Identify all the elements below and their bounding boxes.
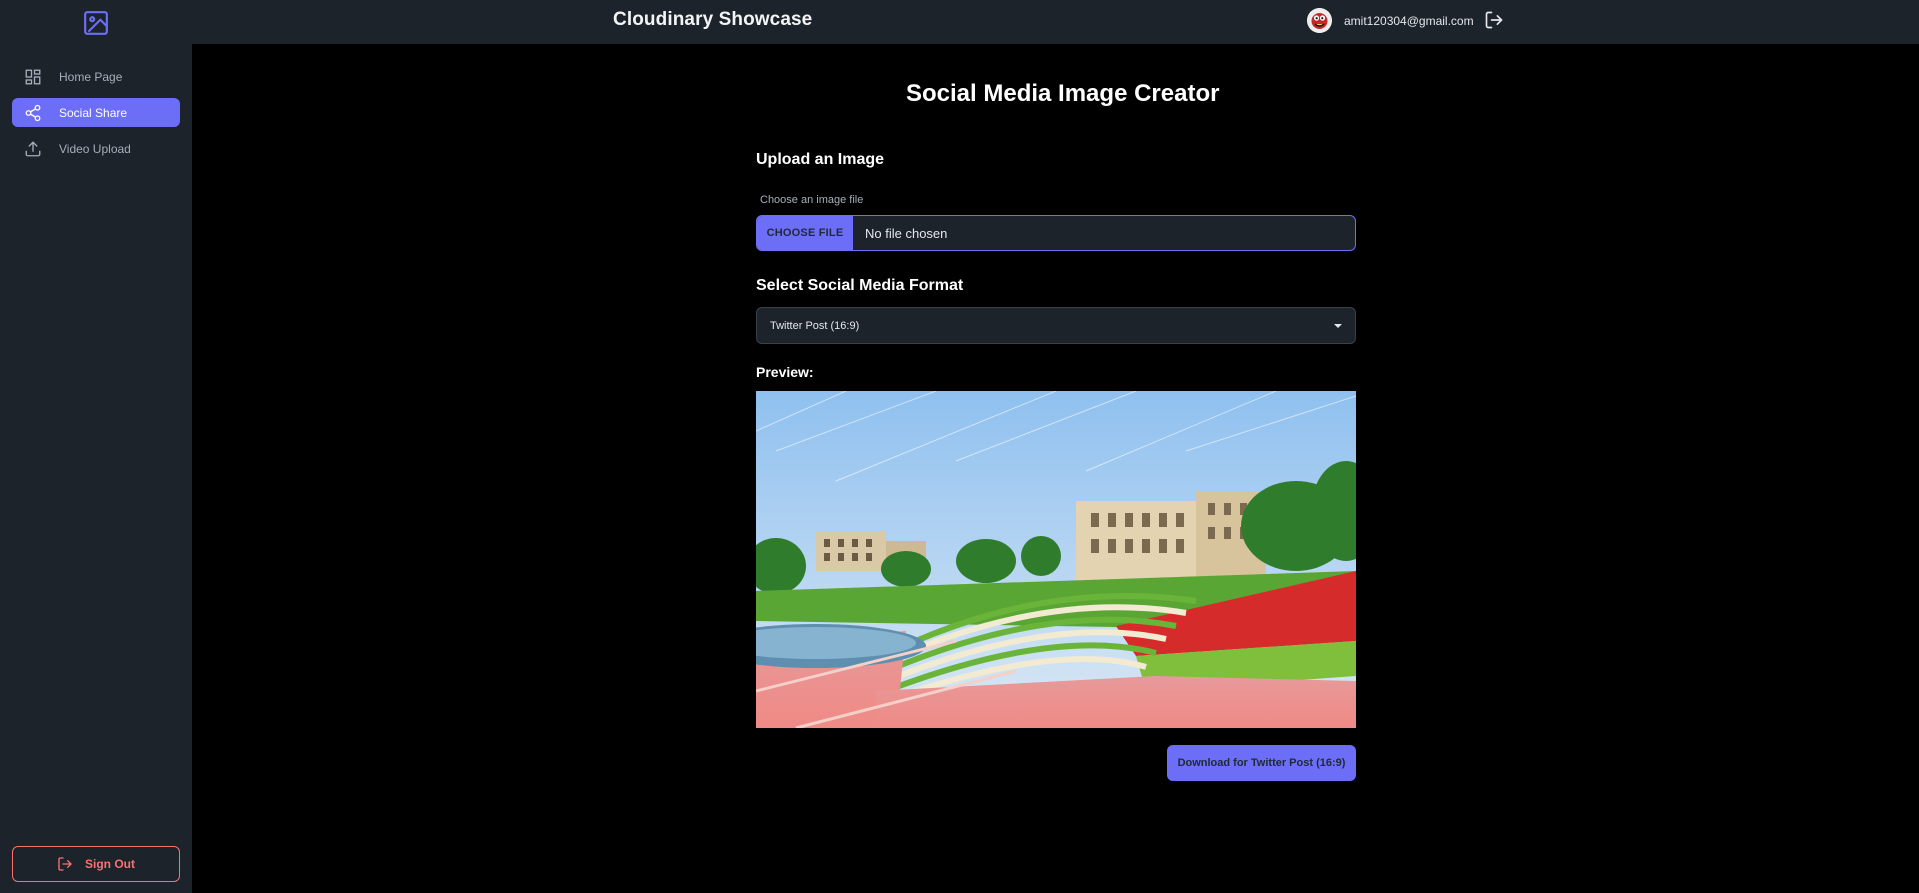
page-title: Social Media Image Creator <box>906 80 1220 107</box>
campus-photo <box>756 391 1356 728</box>
grid-icon <box>25 69 41 84</box>
image-icon[interactable] <box>83 10 109 36</box>
share-icon <box>25 104 41 121</box>
avatar[interactable] <box>1307 8 1332 33</box>
user-email: amit120304@gmail.com <box>1344 14 1474 28</box>
app-title: Cloudinary Showcase <box>613 9 813 30</box>
file-caption: Choose an image file <box>760 194 864 206</box>
sidebar-item-video-upload[interactable]: Video Upload <box>12 134 180 163</box>
avatar-icon <box>1307 8 1332 33</box>
preview-image <box>756 391 1356 728</box>
logout-icon[interactable] <box>1484 10 1504 30</box>
sidebar-item-label: Home Page <box>59 69 123 84</box>
logout-icon <box>58 857 72 871</box>
sign-out-label: Sign Out <box>85 857 135 871</box>
sidebar-item-home-page[interactable]: Home Page <box>12 62 180 91</box>
download-button[interactable]: Download for Twitter Post (16:9) <box>1167 745 1356 781</box>
upload-heading: Upload an Image <box>756 151 885 168</box>
preview-label: Preview: <box>756 364 814 380</box>
sidebar-item-social-share[interactable]: Social Share <box>12 98 180 127</box>
sidebar-item-label: Social Share <box>59 105 128 120</box>
format-heading: Select Social Media Format <box>756 277 964 294</box>
sidebar-item-label: Video Upload <box>59 141 131 156</box>
format-select[interactable]: Twitter Post (16:9) <box>756 307 1356 344</box>
chevron-down-icon <box>1334 324 1342 328</box>
top-navbar: Cloudinary Showcase amit120304@gmail.com <box>0 0 1919 44</box>
choose-file-button[interactable]: CHOOSE FILE <box>757 216 853 250</box>
sign-out-button[interactable]: Sign Out <box>12 846 180 882</box>
upload-icon <box>25 141 41 156</box>
sidebar: Home Page Social Share Video Upload Sign… <box>0 44 192 893</box>
file-input[interactable]: CHOOSE FILE No file chosen <box>756 215 1356 251</box>
file-status: No file chosen <box>865 225 948 241</box>
format-select-value: Twitter Post (16:9) <box>770 319 860 332</box>
